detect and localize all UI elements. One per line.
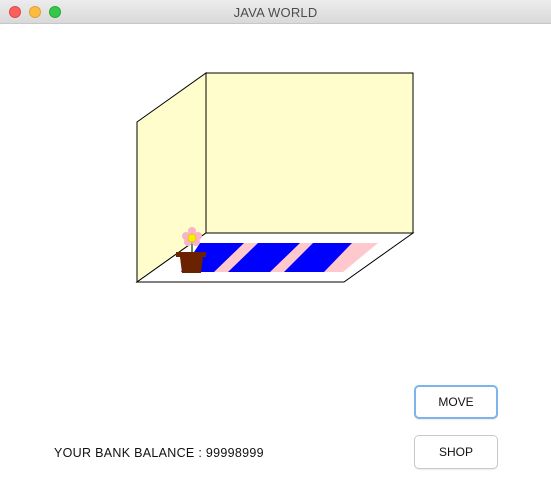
bank-balance-label: YOUR BANK BALANCE :: [54, 446, 206, 460]
bank-balance-value: 99998999: [205, 446, 264, 460]
room-scene: [135, 72, 415, 283]
bank-balance: YOUR BANK BALANCE : 99998999: [54, 446, 264, 460]
move-button[interactable]: MOVE: [414, 385, 498, 419]
back-wall: [205, 72, 414, 234]
app-window: JAVA WORLD MOVE SHOP YOUR BANK BALANCE:…: [0, 0, 551, 501]
shop-button[interactable]: SHOP: [414, 435, 498, 469]
